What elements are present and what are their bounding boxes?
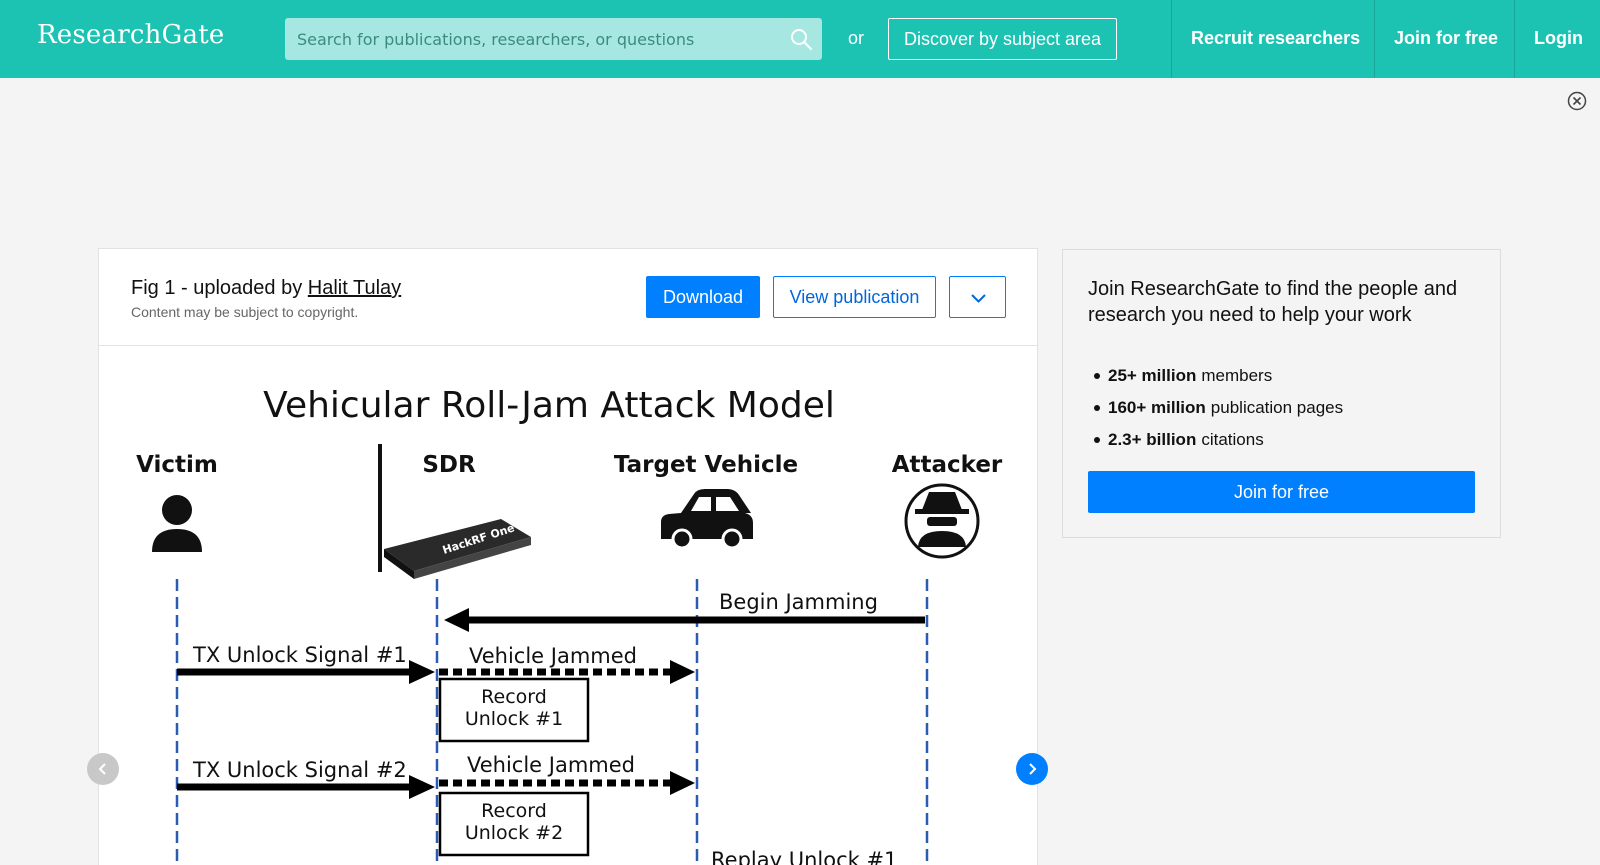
view-publication-button[interactable]: View publication bbox=[773, 276, 936, 318]
download-button[interactable]: Download bbox=[646, 276, 760, 318]
figure-title-prefix: Fig 1 - uploaded by bbox=[131, 277, 303, 299]
next-figure-button[interactable] bbox=[1016, 753, 1048, 785]
stats-list-item: 160+ million publication pages bbox=[1088, 392, 1343, 424]
join-researchgate-panel: Join ResearchGate to find the people and… bbox=[1062, 249, 1501, 538]
stats-list-item: 2.3+ billion citations bbox=[1088, 424, 1343, 456]
top-navigation-bar: ResearchGate or Discover by subject area… bbox=[0, 0, 1600, 78]
figure-card-header: Fig 1 - uploaded by Halit Tulay Content … bbox=[99, 249, 1037, 346]
nav-divider bbox=[1374, 0, 1375, 78]
vehicle-jammed-1-label: Vehicle Jammed bbox=[469, 644, 637, 668]
stat-value: 160+ million bbox=[1108, 398, 1206, 417]
tx-signal-1-arrowhead bbox=[409, 660, 435, 684]
stat-value: 25+ million bbox=[1108, 366, 1197, 385]
uploader-link[interactable]: Halit Tulay bbox=[308, 277, 401, 299]
actor-sdr-label: SDR bbox=[422, 452, 476, 478]
record-unlock-2-line1: Record bbox=[481, 800, 547, 822]
join-for-free-link[interactable]: Join for free bbox=[1394, 28, 1498, 49]
actor-victim-label: Victim bbox=[136, 452, 218, 478]
recruit-researchers-link[interactable]: Recruit researchers bbox=[1191, 28, 1360, 49]
vehicle-jammed-1-arrowhead bbox=[670, 660, 695, 684]
discover-by-subject-button[interactable]: Discover by subject area bbox=[888, 18, 1117, 60]
record-unlock-2-line2: Unlock #2 bbox=[465, 822, 563, 844]
figure-image[interactable]: Vehicular Roll-Jam Attack Model Victim S… bbox=[99, 347, 1037, 865]
begin-jamming-arrowhead bbox=[444, 608, 469, 632]
stat-label: publication pages bbox=[1210, 398, 1344, 417]
attacker-icon bbox=[904, 483, 980, 559]
nav-divider bbox=[1171, 0, 1172, 78]
tx-signal-2-arrowhead bbox=[409, 775, 435, 799]
join-for-free-button[interactable]: Join for free bbox=[1088, 471, 1475, 513]
search-box bbox=[285, 18, 822, 60]
more-options-button[interactable] bbox=[949, 276, 1006, 318]
previous-figure-button[interactable] bbox=[87, 753, 119, 785]
join-panel-text: Join ResearchGate to find the people and… bbox=[1088, 278, 1458, 326]
stat-value: 2.3+ billion bbox=[1108, 430, 1197, 449]
record-unlock-1-line1: Record bbox=[481, 686, 547, 708]
stat-label: members bbox=[1201, 366, 1273, 385]
vehicle-jammed-2-arrowhead bbox=[670, 771, 695, 795]
search-icon[interactable] bbox=[789, 27, 813, 51]
tx-signal-1-label: TX Unlock Signal #1 bbox=[192, 643, 407, 667]
vehicle-jammed-2-label: Vehicle Jammed bbox=[467, 753, 635, 777]
actor-attacker-label: Attacker bbox=[892, 452, 1003, 478]
close-circle-icon[interactable] bbox=[1567, 91, 1587, 111]
begin-jamming-label: Begin Jamming bbox=[719, 590, 878, 614]
stats-list-item: 25+ million members bbox=[1088, 360, 1343, 392]
replay-unlock-1-label: Replay Unlock #1 bbox=[711, 848, 897, 865]
copyright-notice: Content may be subject to copyright. bbox=[131, 304, 359, 320]
actor-target-vehicle-label: Target Vehicle bbox=[614, 452, 798, 478]
chevron-right-icon bbox=[1029, 763, 1037, 775]
person-icon bbox=[152, 495, 202, 552]
researchgate-logo[interactable]: ResearchGate bbox=[37, 20, 224, 50]
figure-card: Fig 1 - uploaded by Halit Tulay Content … bbox=[98, 248, 1038, 865]
diagram-title: Vehicular Roll-Jam Attack Model bbox=[263, 385, 835, 426]
record-unlock-1-line2: Unlock #1 bbox=[465, 708, 563, 730]
stat-label: citations bbox=[1201, 430, 1264, 449]
chevron-down-icon bbox=[971, 294, 986, 303]
stats-list: 25+ million members 160+ million publicati… bbox=[1088, 360, 1343, 456]
roll-jam-diagram: Vehicular Roll-Jam Attack Model Victim S… bbox=[136, 385, 1003, 865]
search-input[interactable] bbox=[297, 18, 777, 60]
login-link[interactable]: Login bbox=[1534, 28, 1583, 49]
chevron-left-icon bbox=[98, 763, 106, 775]
figure-title: Fig 1 - uploaded by Halit Tulay bbox=[131, 277, 401, 300]
or-separator-text: or bbox=[848, 28, 865, 48]
car-icon bbox=[661, 489, 753, 550]
tx-signal-2-label: TX Unlock Signal #2 bbox=[192, 758, 407, 782]
nav-divider bbox=[1514, 0, 1515, 78]
